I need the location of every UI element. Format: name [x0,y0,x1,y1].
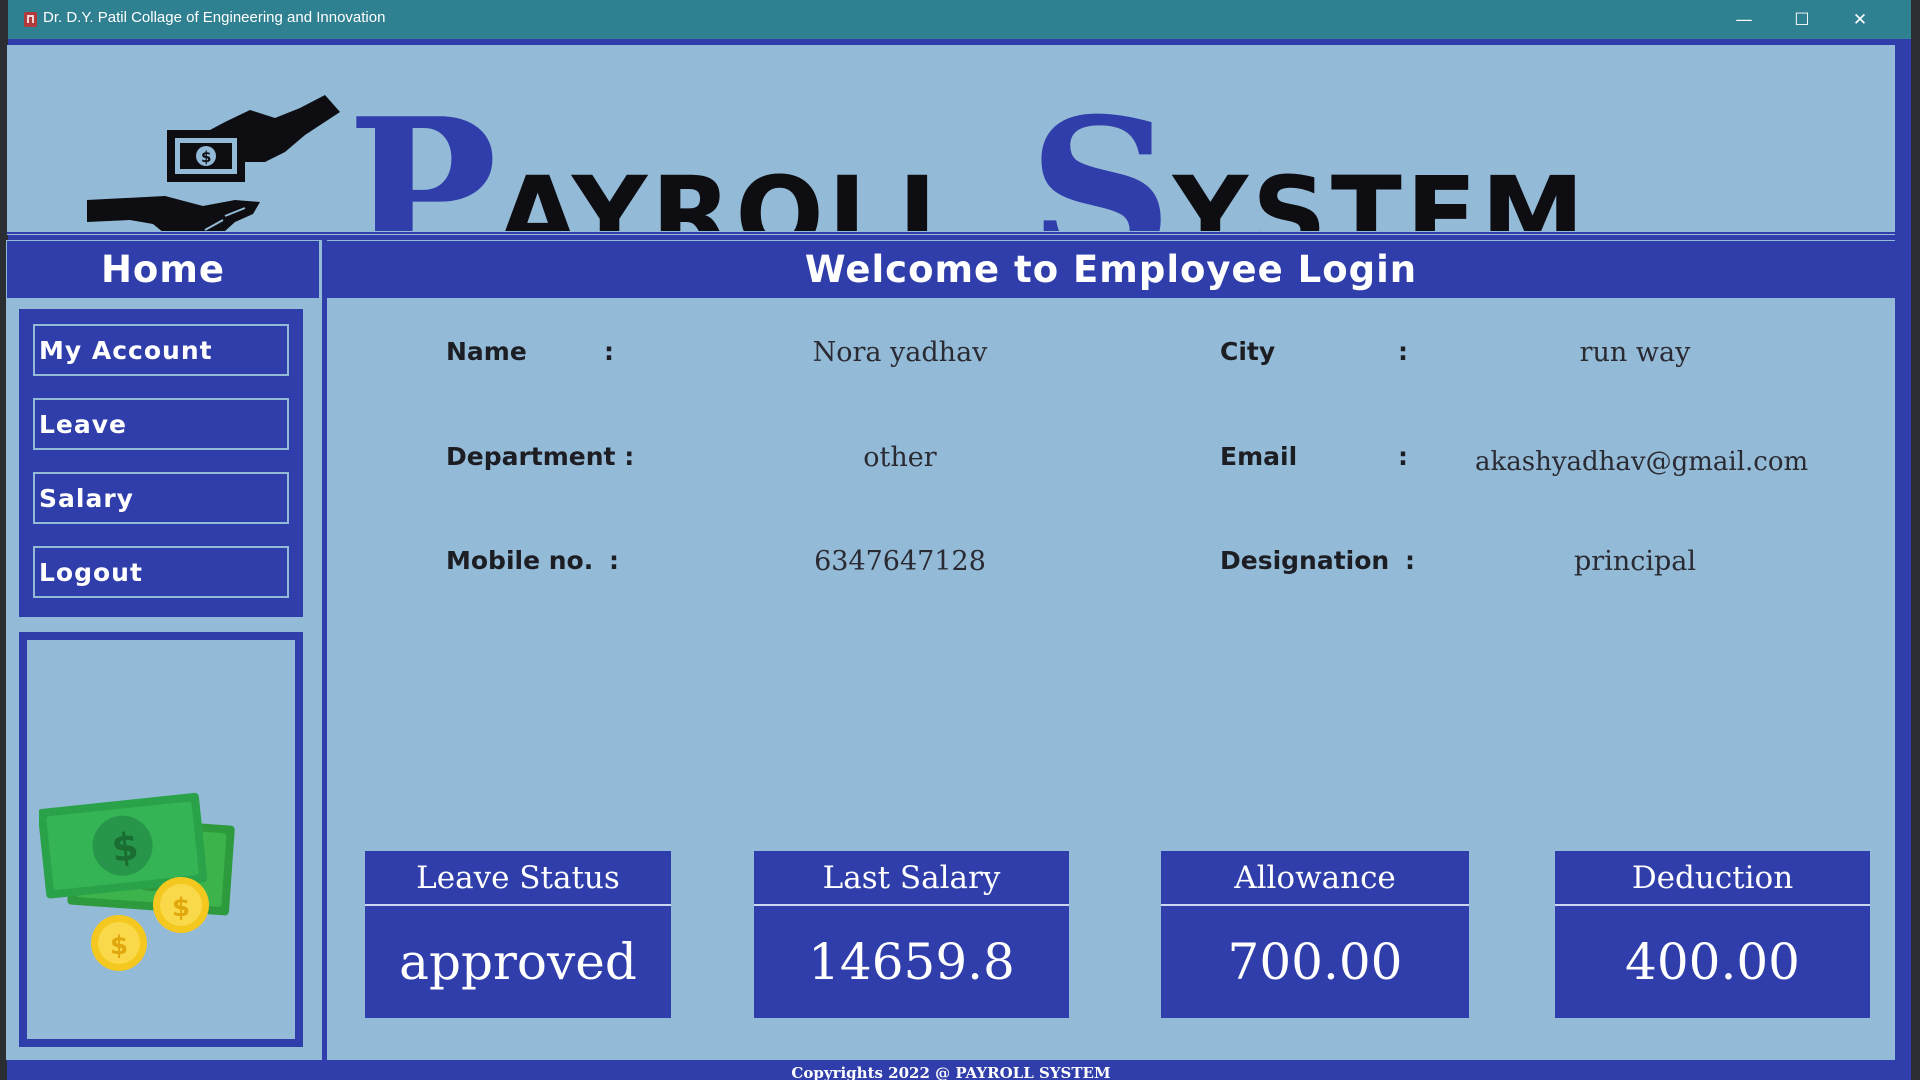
sidebar-item-logout[interactable]: Logout [21,534,301,610]
banner-divider-line [7,232,1895,234]
brand-initial-s: S [1028,75,1173,232]
page-title: Welcome to Employee Login [327,241,1895,298]
designation-label: Designation [1220,546,1390,575]
sidebar-item-label: Salary [39,483,134,513]
last-salary-card: Last Salary 14659.8 [754,851,1069,1018]
card-value: approved [399,933,637,991]
mobile-colon: : [609,546,619,575]
money-hand-icon: $ [87,95,340,231]
header-banner: $ P AYROLL S YSTEM [7,45,1895,231]
svg-text:$: $ [201,148,211,166]
title-bar[interactable]: Dr. D.Y. Patil Collage of Engineering an… [8,0,1911,39]
sidebar-header: Home [7,241,319,298]
brand-initial-p: P [347,75,498,232]
designation-colon: : [1405,546,1415,575]
card-value: 14659.8 [808,933,1015,991]
card-title: Last Salary [822,859,1001,896]
brand-word-ystem: YSTEM [1172,154,1589,231]
sidebar-menu: My Account Leave Salary Logout [19,309,303,617]
card-title: Allowance [1234,859,1396,896]
close-button[interactable]: ✕ [1831,0,1889,39]
designation-value: principal [1574,546,1696,577]
app-icon [24,12,37,27]
mobile-label: Mobile no. [446,546,594,575]
city-value: run way [1579,337,1691,368]
leave-status-card: Leave Status approved [365,851,671,1018]
deduction-card: Deduction 400.00 [1555,851,1870,1018]
window-title: Dr. D.Y. Patil Collage of Engineering an… [43,9,386,26]
card-title: Deduction [1631,859,1794,896]
sidebar-item-label: My Account [39,335,213,365]
maximize-button[interactable]: ☐ [1773,0,1831,39]
money-coins-icon: $ $ $ [39,792,235,971]
svg-text:$: $ [110,824,141,871]
sidebar-item-label: Leave [39,409,128,439]
city-label: City [1220,337,1276,366]
email-value: akashyadhav@gmail.com [1475,447,1809,477]
svg-text:$: $ [172,893,190,923]
brand-word-ayroll: AYROLL [497,154,969,231]
department-label: Department : [446,442,635,471]
name-value: Nora yadhav [812,337,988,368]
money-illustration-panel: $ $ $ [19,632,303,1047]
sidebar-item-salary[interactable]: Salary [21,460,301,536]
allowance-card: Allowance 700.00 [1161,851,1469,1018]
svg-text:$: $ [110,931,128,961]
sidebar-item-leave[interactable]: Leave [21,386,301,462]
name-label: Name [446,337,527,366]
sidebar-item-label: Logout [39,557,143,587]
card-value: 700.00 [1227,933,1403,991]
email-colon: : [1398,442,1408,471]
app-brand-title: P AYROLL S YSTEM [347,75,1589,232]
minimize-button[interactable]: — [1715,0,1773,39]
card-value: 400.00 [1625,933,1800,991]
name-colon: : [604,337,614,366]
footer-copyright: Copyrights 2022 @ PAYROLL SYSTEM [7,1060,1895,1080]
email-label: Email [1220,442,1298,471]
sidebar-item-my-account[interactable]: My Account [21,312,301,388]
department-value: other [863,442,937,473]
city-colon: : [1398,337,1408,366]
mobile-value: 6347647128 [814,546,986,577]
card-title: Leave Status [416,859,620,896]
